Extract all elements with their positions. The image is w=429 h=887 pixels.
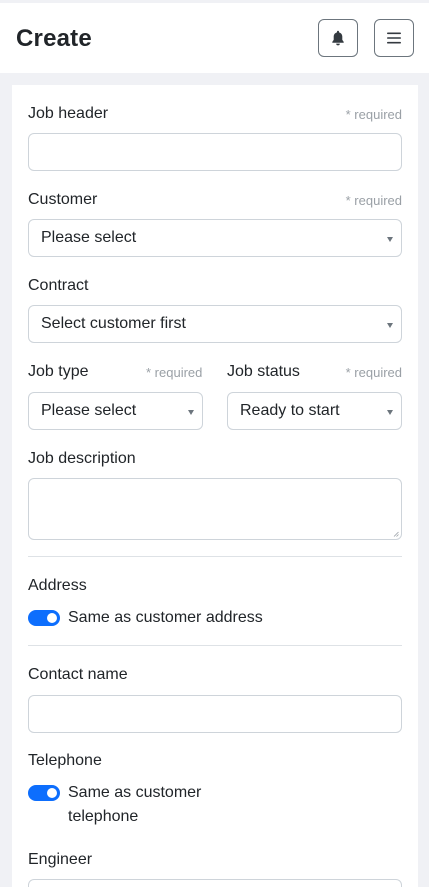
- create-job-form: Job header * required Customer * require…: [12, 85, 418, 887]
- engineer-select[interactable]: [28, 879, 402, 887]
- telephone-same-toggle-label-line2: telephone: [68, 808, 139, 825]
- address-label: Address: [28, 577, 87, 594]
- job-status-select[interactable]: Ready to start: [227, 392, 402, 430]
- customer-select-value: Please select: [41, 229, 137, 246]
- job-description-label: Job description: [28, 450, 136, 467]
- job-header-required: * required: [345, 107, 402, 122]
- customer-required: * required: [345, 193, 402, 208]
- address-same-toggle-label: Same as customer address: [68, 609, 263, 626]
- contract-label: Contract: [28, 277, 89, 294]
- divider: [28, 556, 402, 557]
- app-header: Create: [0, 3, 429, 73]
- resize-grip-icon[interactable]: [393, 531, 399, 537]
- telephone-same-toggle[interactable]: [28, 785, 60, 801]
- contract-select-value: Select customer first: [41, 315, 186, 332]
- page-title: Create: [16, 25, 92, 52]
- job-status-select-value: Ready to start: [240, 402, 340, 419]
- toggle-knob: [47, 788, 57, 798]
- job-header-input[interactable]: [28, 133, 402, 171]
- menu-button[interactable]: [374, 19, 414, 57]
- job-header-label: Job header: [28, 105, 109, 122]
- job-status-label: Job status: [227, 363, 300, 380]
- contact-name-label: Contact name: [28, 666, 128, 683]
- job-description-textarea[interactable]: [28, 478, 402, 540]
- chevron-down-icon: [387, 237, 393, 242]
- contract-select[interactable]: Select customer first: [28, 305, 402, 343]
- job-type-label: Job type: [28, 363, 89, 380]
- chevron-down-icon: [387, 323, 393, 328]
- divider: [28, 645, 402, 646]
- chevron-down-icon: [387, 410, 393, 415]
- engineer-label: Engineer: [28, 851, 93, 868]
- telephone-label: Telephone: [28, 752, 102, 769]
- address-same-toggle[interactable]: [28, 610, 60, 626]
- bell-icon: [332, 30, 344, 46]
- customer-select[interactable]: Please select: [28, 219, 402, 257]
- customer-label: Customer: [28, 191, 98, 208]
- job-status-required: * required: [345, 365, 402, 380]
- notifications-button[interactable]: [318, 19, 358, 57]
- chevron-down-icon: [188, 410, 194, 415]
- job-type-select-value: Please select: [41, 402, 137, 419]
- toggle-knob: [47, 613, 57, 623]
- job-type-required: * required: [146, 365, 203, 380]
- job-type-select[interactable]: Please select: [28, 392, 203, 430]
- hamburger-menu-icon: [387, 32, 401, 44]
- telephone-same-toggle-label-line1: Same as customer: [68, 784, 202, 801]
- contact-name-input[interactable]: [28, 695, 402, 733]
